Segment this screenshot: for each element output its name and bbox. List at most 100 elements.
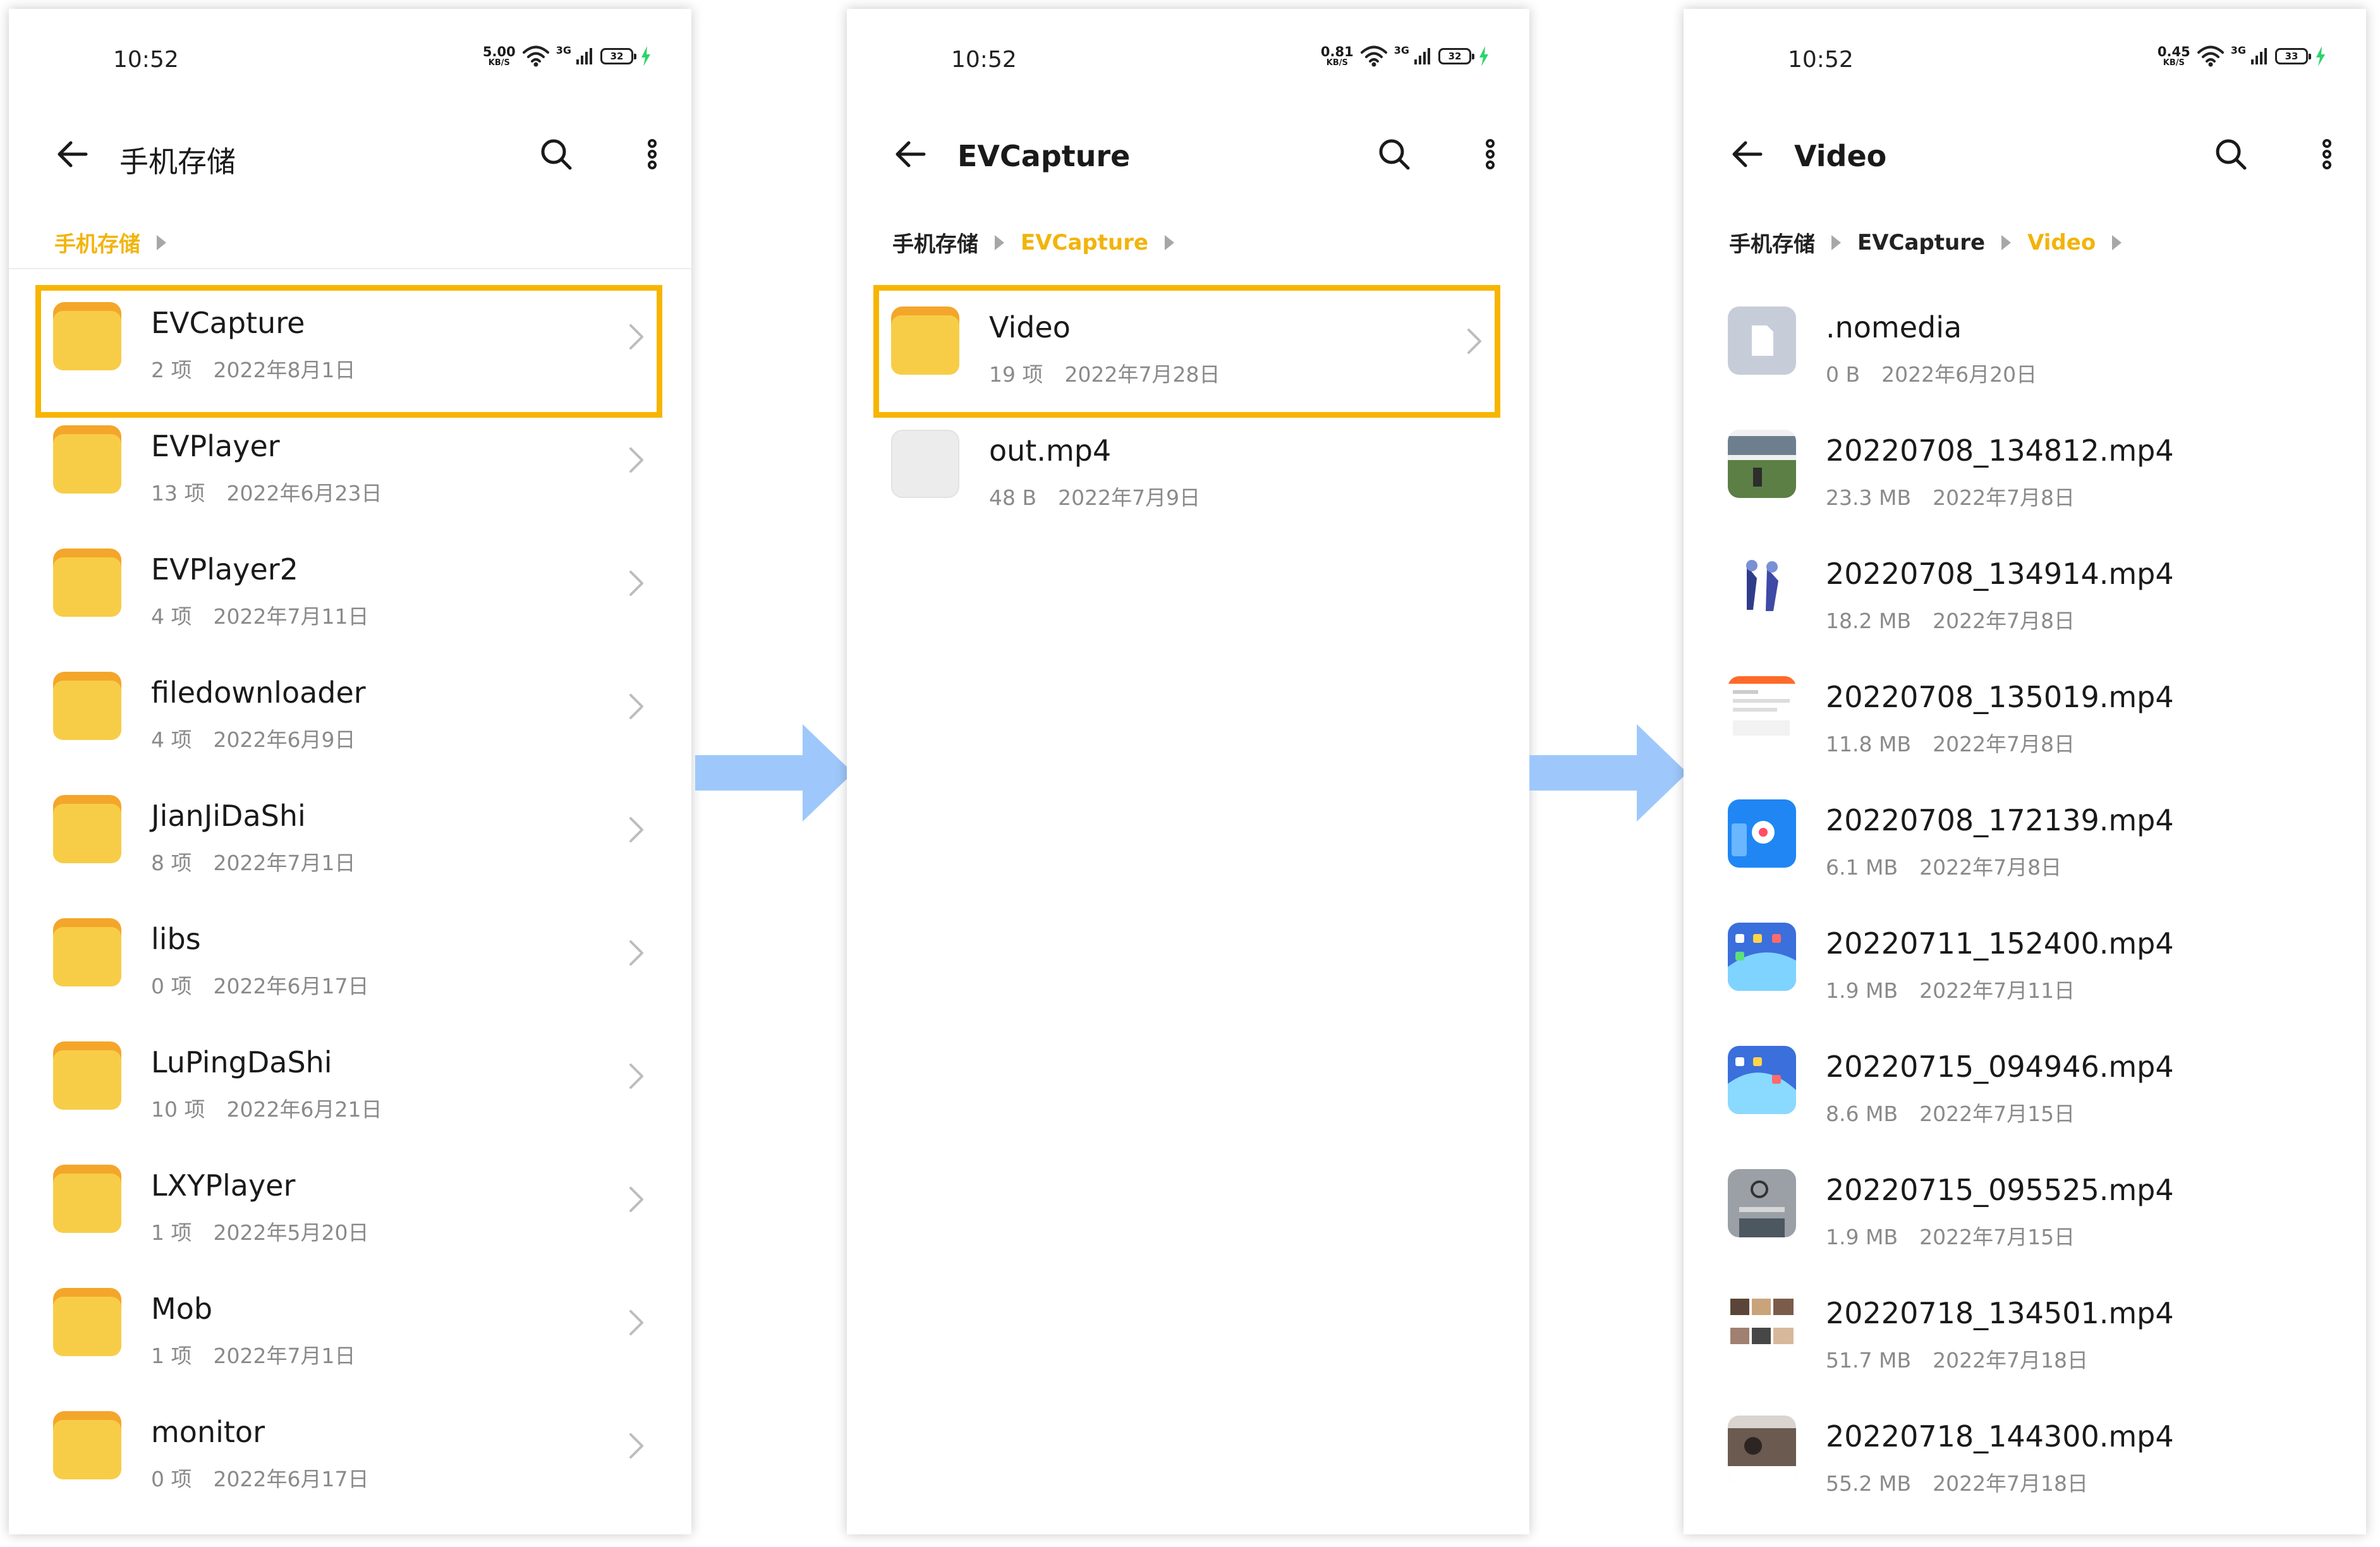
item-name: 20220715_095525.mp4	[1826, 1173, 2174, 1207]
title-bar: 手机存储	[9, 110, 691, 198]
page-title: Video	[1794, 139, 1887, 173]
item-date: 2022年6月17日	[213, 974, 369, 998]
breadcrumb-item[interactable]: 手机存储	[892, 227, 978, 258]
list-item[interactable]: 20220708_134914.mp4 18.2 MB 2022年7月8日	[1684, 525, 2366, 648]
status-bar: 10:52 0.45 KB/S 3G 33	[1684, 9, 2366, 91]
divider	[9, 268, 691, 269]
item-count: 23.3 MB	[1826, 485, 1912, 510]
folder-icon	[53, 795, 121, 863]
status-time: 10:52	[951, 47, 1017, 73]
breadcrumb-item[interactable]: EVCapture	[1021, 230, 1148, 255]
breadcrumb-item[interactable]: 手机存储	[54, 227, 140, 258]
item-date: 2022年7月1日	[213, 851, 356, 875]
list-item[interactable]: 20220711_152400.mp4 1.9 MB 2022年7月11日	[1684, 895, 2366, 1018]
battery-icon: 32	[1438, 48, 1474, 64]
breadcrumb-arrow-icon	[2001, 234, 2012, 250]
list-item[interactable]: Mob 1 项 2022年7月1日	[9, 1260, 691, 1383]
item-name: 20220708_135019.mp4	[1826, 680, 2174, 714]
item-meta: 0 B 2022年6月20日	[1826, 358, 2037, 388]
status-icons: 0.81 KB/S 3G 32	[1321, 42, 1490, 71]
item-name: filedownloader	[151, 676, 366, 710]
item-count: 8 项	[151, 851, 192, 875]
list-item[interactable]: LXYPlayer 1 项 2022年5月20日	[9, 1137, 691, 1260]
breadcrumb-item[interactable]: EVCapture	[1857, 230, 1985, 255]
list-item[interactable]: filedownloader 4 项 2022年6月9日	[9, 644, 691, 767]
arrow-right-icon	[695, 724, 853, 822]
back-arrow-icon[interactable]	[1729, 136, 1764, 172]
item-count: 11.8 MB	[1826, 732, 1912, 756]
search-icon[interactable]	[1376, 136, 1412, 172]
item-meta: 0 项 2022年6月17日	[151, 969, 368, 1000]
item-name: LuPingDaShi	[151, 1045, 332, 1079]
search-icon[interactable]	[538, 136, 574, 172]
item-count: 18.2 MB	[1826, 609, 1912, 633]
battery-level: 32	[610, 50, 624, 62]
back-arrow-icon[interactable]	[54, 136, 90, 172]
chevron-right-icon	[627, 693, 646, 720]
list-item[interactable]: JianJiDaShi 8 项 2022年7月1日	[9, 767, 691, 890]
item-name: 20220718_144300.mp4	[1826, 1419, 2174, 1453]
breadcrumb-arrow-icon	[1165, 234, 1175, 250]
more-options-icon[interactable]	[2309, 136, 2345, 172]
item-date: 2022年7月11日	[213, 604, 369, 629]
item-name: 20220708_134914.mp4	[1826, 557, 2174, 591]
list-item[interactable]: out.mp4 48 B 2022年7月9日	[847, 402, 1529, 525]
chevron-right-icon	[627, 816, 646, 844]
item-date: 2022年7月15日	[1919, 1225, 2075, 1249]
item-count: 1.9 MB	[1826, 1225, 1898, 1249]
document-icon	[1728, 306, 1796, 375]
chevron-right-icon	[627, 569, 646, 597]
list-item[interactable]: LuPingDaShi 10 项 2022年6月21日	[9, 1014, 691, 1137]
highlight-box	[35, 285, 662, 418]
battery-level: 33	[2285, 50, 2298, 62]
screen-evcapture: 10:52 0.81 KB/S 3G 32 EVCapture 手机存储 EVC…	[847, 9, 1529, 1534]
folder-icon	[53, 1411, 121, 1479]
battery-icon: 32	[600, 48, 636, 64]
status-bar: 10:52 5.00 KB/S 3G 32	[9, 9, 691, 91]
breadcrumb-arrow-icon	[1831, 234, 1841, 250]
folder-icon	[53, 1288, 121, 1356]
list-item[interactable]: 20220708_135019.mp4 11.8 MB 2022年7月8日	[1684, 648, 2366, 772]
search-icon[interactable]	[2213, 136, 2249, 172]
list-item[interactable]: monitor 0 项 2022年6月17日	[9, 1383, 691, 1507]
arrow-right-icon	[1529, 724, 1687, 822]
battery-level: 32	[1448, 50, 1462, 62]
status-bar: 10:52 0.81 KB/S 3G 32	[847, 9, 1529, 91]
item-name: monitor	[151, 1415, 265, 1449]
wifi-icon	[1360, 46, 1388, 67]
folder-icon	[53, 672, 121, 740]
item-date: 2022年7月1日	[213, 1344, 356, 1368]
status-time: 10:52	[1788, 47, 1854, 73]
status-icons: 0.45 KB/S 3G 33	[2158, 42, 2327, 71]
item-meta: 4 项 2022年6月9日	[151, 723, 355, 753]
item-meta: 0 项 2022年6月17日	[151, 1462, 368, 1493]
item-date: 2022年6月17日	[213, 1467, 369, 1491]
screen-phone-storage: 10:52 5.00 KB/S 3G 32 手机存储 手机存储 EVCaptur…	[9, 9, 691, 1534]
blank-thumbnail	[891, 430, 959, 498]
list-item[interactable]: .nomedia 0 B 2022年6月20日	[1684, 279, 2366, 402]
folder-icon	[53, 1041, 121, 1110]
item-date: 2022年6月21日	[226, 1097, 382, 1122]
breadcrumb: 手机存储 EVCapture Video	[1729, 227, 2122, 258]
item-count: 13 项	[151, 481, 205, 506]
item-meta: 18.2 MB 2022年7月8日	[1826, 604, 2075, 634]
back-arrow-icon[interactable]	[892, 136, 928, 172]
item-date: 2022年6月23日	[226, 481, 382, 506]
list-item[interactable]: 20220718_134501.mp4 51.7 MB 2022年7月18日	[1684, 1265, 2366, 1388]
item-date: 2022年7月18日	[1933, 1348, 2089, 1373]
list-item[interactable]: 20220715_094946.mp4 8.6 MB 2022年7月15日	[1684, 1018, 2366, 1141]
breadcrumb-item[interactable]: 手机存储	[1729, 227, 1815, 258]
list-item[interactable]: 20220708_172139.mp4 6.1 MB 2022年7月8日	[1684, 772, 2366, 895]
list-item[interactable]: 20220708_134812.mp4 23.3 MB 2022年7月8日	[1684, 402, 2366, 525]
list-item[interactable]: 20220715_095525.mp4 1.9 MB 2022年7月15日	[1684, 1141, 2366, 1265]
item-count: 51.7 MB	[1826, 1348, 1912, 1373]
breadcrumb-arrow-icon	[2112, 234, 2122, 250]
breadcrumb-item[interactable]: Video	[2027, 230, 2096, 255]
more-options-icon[interactable]	[634, 136, 670, 172]
list-item[interactable]: libs 0 项 2022年6月17日	[9, 890, 691, 1014]
list-item[interactable]: 20220718_144300.mp4 55.2 MB 2022年7月18日	[1684, 1388, 2366, 1511]
list-item[interactable]: EVPlayer2 4 项 2022年7月11日	[9, 521, 691, 644]
more-options-icon[interactable]	[1472, 136, 1508, 172]
video-thumbnail	[1728, 676, 1796, 744]
signal-icon	[2250, 47, 2269, 66]
